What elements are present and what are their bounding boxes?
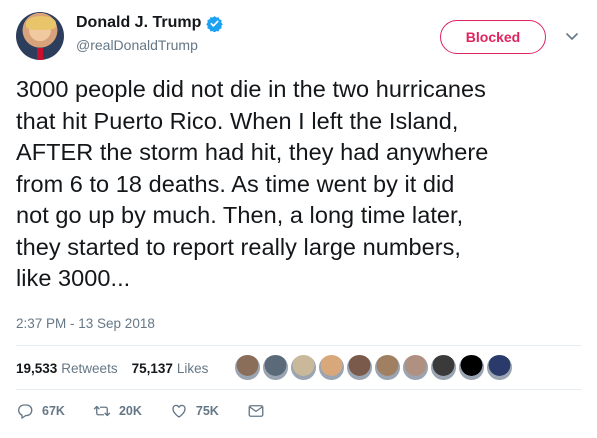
like-button[interactable]: 75K <box>170 402 219 420</box>
author-block[interactable]: Donald J. Trump @realDonaldTrump <box>76 14 224 53</box>
likes-label: Likes <box>176 360 209 376</box>
liker-avatar[interactable] <box>458 354 485 381</box>
avatar-hair <box>26 16 56 30</box>
retweet-button[interactable]: 20K <box>93 402 142 420</box>
name-row: Donald J. Trump <box>76 14 224 32</box>
liker-avatar[interactable] <box>486 354 513 381</box>
divider-bottom <box>16 389 581 390</box>
liker-avatar[interactable] <box>430 354 457 381</box>
liker-avatar[interactable] <box>318 354 345 381</box>
avatar[interactable] <box>16 12 64 60</box>
liker-avatar[interactable] <box>290 354 317 381</box>
verified-badge-icon <box>206 15 224 32</box>
display-name[interactable]: Donald J. Trump <box>76 14 201 32</box>
direct-message-button[interactable] <box>247 402 273 420</box>
divider-top <box>16 345 581 346</box>
reply-count: 67K <box>42 404 65 418</box>
liker-avatar[interactable] <box>234 354 261 381</box>
retweets-count: 19,533 <box>16 360 58 376</box>
retweet-count: 20K <box>118 404 142 418</box>
likes-count: 75,137 <box>131 360 173 376</box>
tweet-timestamp[interactable]: 2:37 PM - 13 Sep 2018 <box>16 316 155 331</box>
heart-icon <box>172 404 186 418</box>
liker-avatar[interactable] <box>374 354 401 381</box>
retweet-icon <box>93 405 111 417</box>
liker-avatar[interactable] <box>346 354 373 381</box>
liker-avatar[interactable] <box>262 354 289 381</box>
like-count: 75K <box>195 404 219 418</box>
retweets-label: Retweets <box>61 360 118 376</box>
author-handle[interactable]: @realDonaldTrump <box>76 37 223 53</box>
liker-avatars <box>234 354 514 382</box>
likes-stat[interactable]: 75,137 Likes <box>132 361 209 376</box>
tweet-header: Donald J. Trump @realDonaldTrump Blocked <box>16 12 581 64</box>
envelope-icon <box>248 405 264 417</box>
retweets-stat[interactable]: 19,533 Retweets <box>16 361 118 376</box>
reply-button[interactable]: 67K <box>16 402 65 420</box>
tweet-text: 3000 people did not die in the two hurri… <box>16 76 489 291</box>
reply-icon <box>18 404 33 419</box>
tweet-stats: 19,533 Retweets 75,137 Likes <box>16 350 222 386</box>
avatar-tie <box>37 48 43 60</box>
chevron-down-icon[interactable] <box>564 28 580 44</box>
liker-avatar[interactable] <box>402 354 429 381</box>
blocked-button[interactable]: Blocked <box>440 20 546 54</box>
tweet-actions: 67K 20K 75K <box>16 398 301 424</box>
